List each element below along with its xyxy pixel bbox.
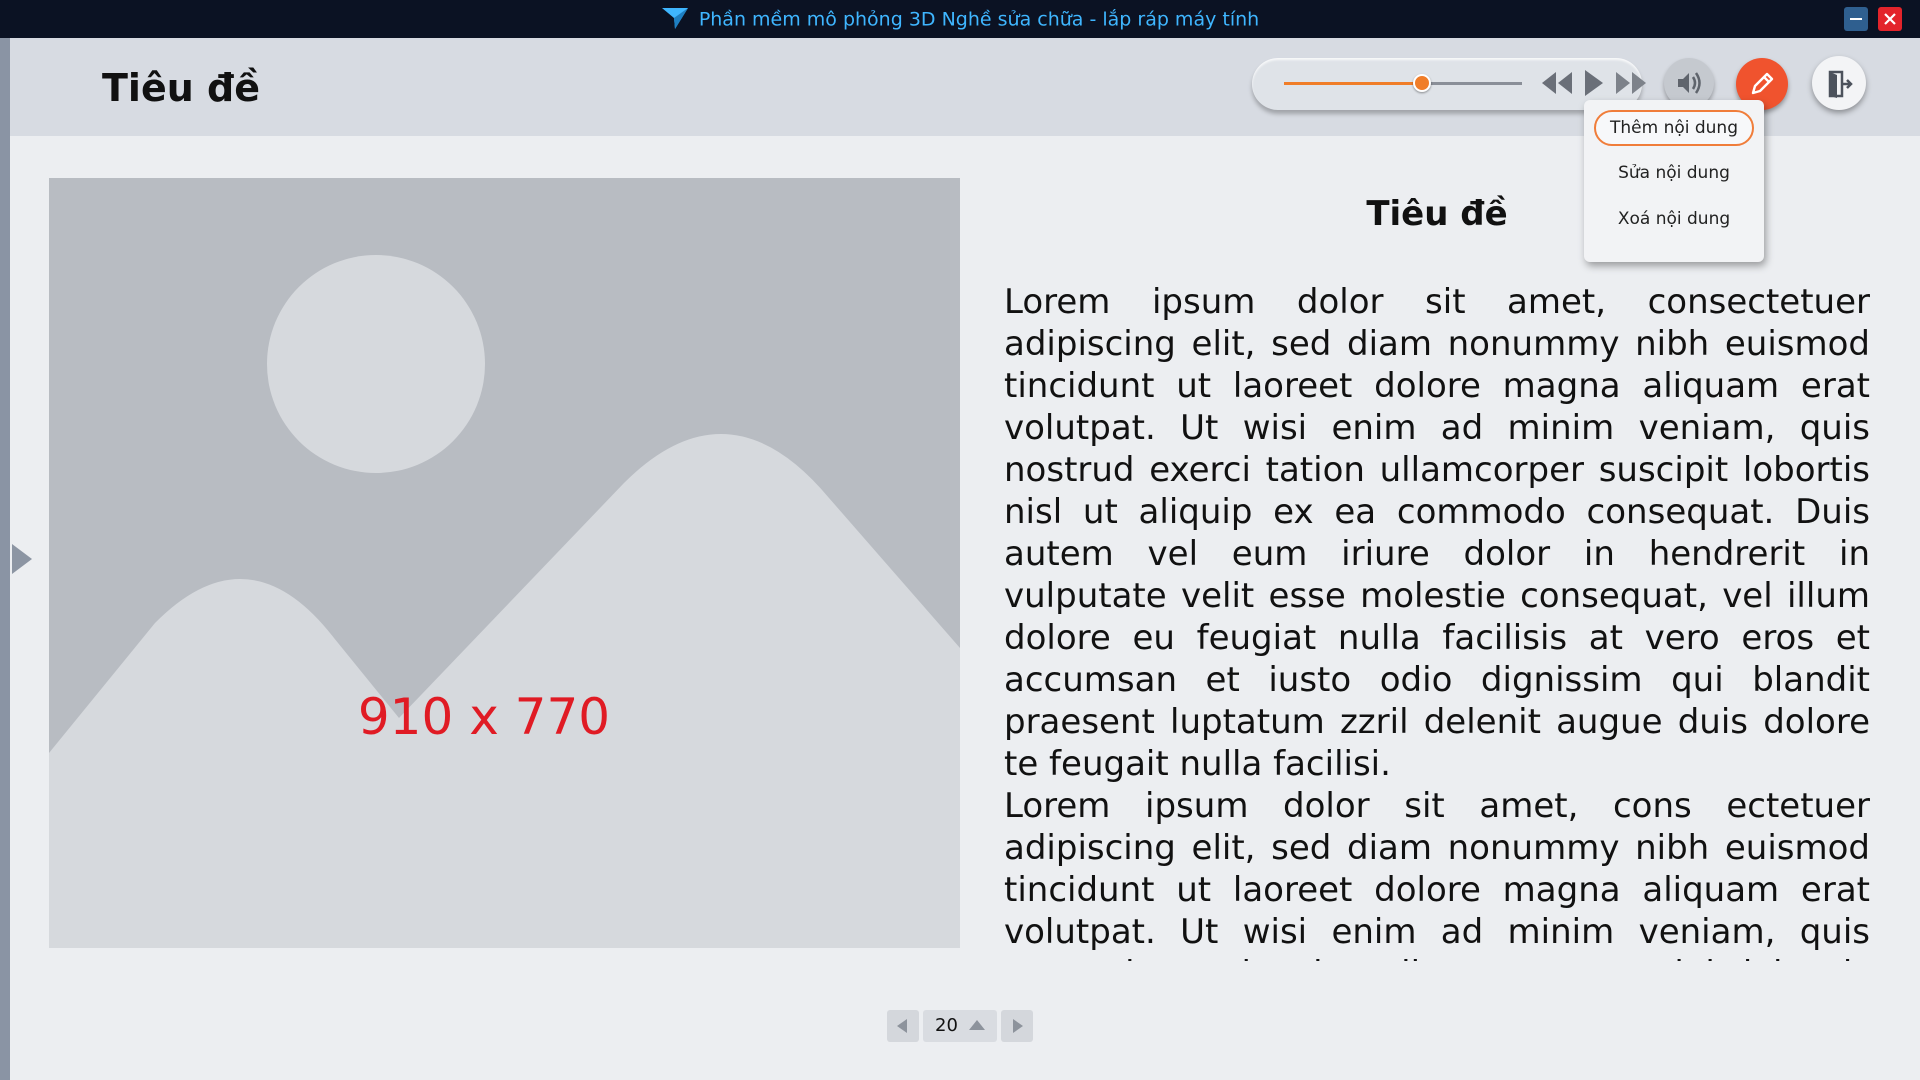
close-button[interactable] [1878, 7, 1902, 31]
volume-slider-thumb[interactable] [1413, 74, 1432, 92]
page-selector[interactable]: 20 [923, 1010, 997, 1042]
expand-sidebar-icon[interactable] [12, 544, 32, 574]
image-placeholder: 910 x 770 [49, 178, 960, 948]
minimize-button[interactable] [1844, 7, 1868, 31]
page-number: 20 [935, 1015, 958, 1036]
app-title: Phần mềm mô phỏng 3D Nghề sửa chữa - lắp… [0, 0, 1920, 38]
pencil-icon [1751, 72, 1774, 95]
menu-item-edit-content[interactable]: Sửa nội dung [1594, 155, 1754, 191]
chevron-up-icon[interactable] [969, 1020, 985, 1030]
title-bar: Phần mềm mô phỏng 3D Nghề sửa chữa - lắp… [0, 0, 1920, 38]
article-paragraph: Lorem ipsum dolor sit amet, cons ectetue… [1004, 786, 1870, 961]
image-placeholder-icon [49, 255, 960, 948]
chevron-left-icon [897, 1019, 907, 1033]
chevron-right-icon [1013, 1019, 1023, 1033]
menu-item-add-content[interactable]: Thêm nội dung [1594, 110, 1754, 146]
article-paragraph: Lorem ipsum dolor sit amet, consectetuer… [1004, 282, 1870, 784]
edit-dropdown-menu: Thêm nội dung Sửa nội dung Xoá nội dung [1584, 100, 1764, 262]
app-logo-icon [661, 7, 688, 29]
volume-slider-fill [1284, 82, 1423, 85]
article-body: Lorem ipsum dolor sit amet, consectetuer… [1004, 281, 1870, 961]
next-page-button[interactable] [1001, 1010, 1033, 1042]
exit-door-icon [1828, 70, 1853, 98]
close-icon [1884, 13, 1896, 25]
left-rail [0, 38, 10, 1080]
exit-button[interactable] [1812, 56, 1866, 110]
app-title-text: Phần mềm mô phỏng 3D Nghề sửa chữa - lắp… [698, 8, 1260, 31]
fast-forward-icon[interactable] [1614, 70, 1648, 96]
rewind-icon[interactable] [1540, 70, 1574, 96]
image-size-label: 910 x 770 [357, 688, 611, 746]
play-icon[interactable] [1582, 68, 1606, 98]
article-title: Tiêu đề [1366, 194, 1508, 234]
previous-page-button[interactable] [887, 1010, 919, 1042]
page-title: Tiêu đề [102, 66, 260, 110]
